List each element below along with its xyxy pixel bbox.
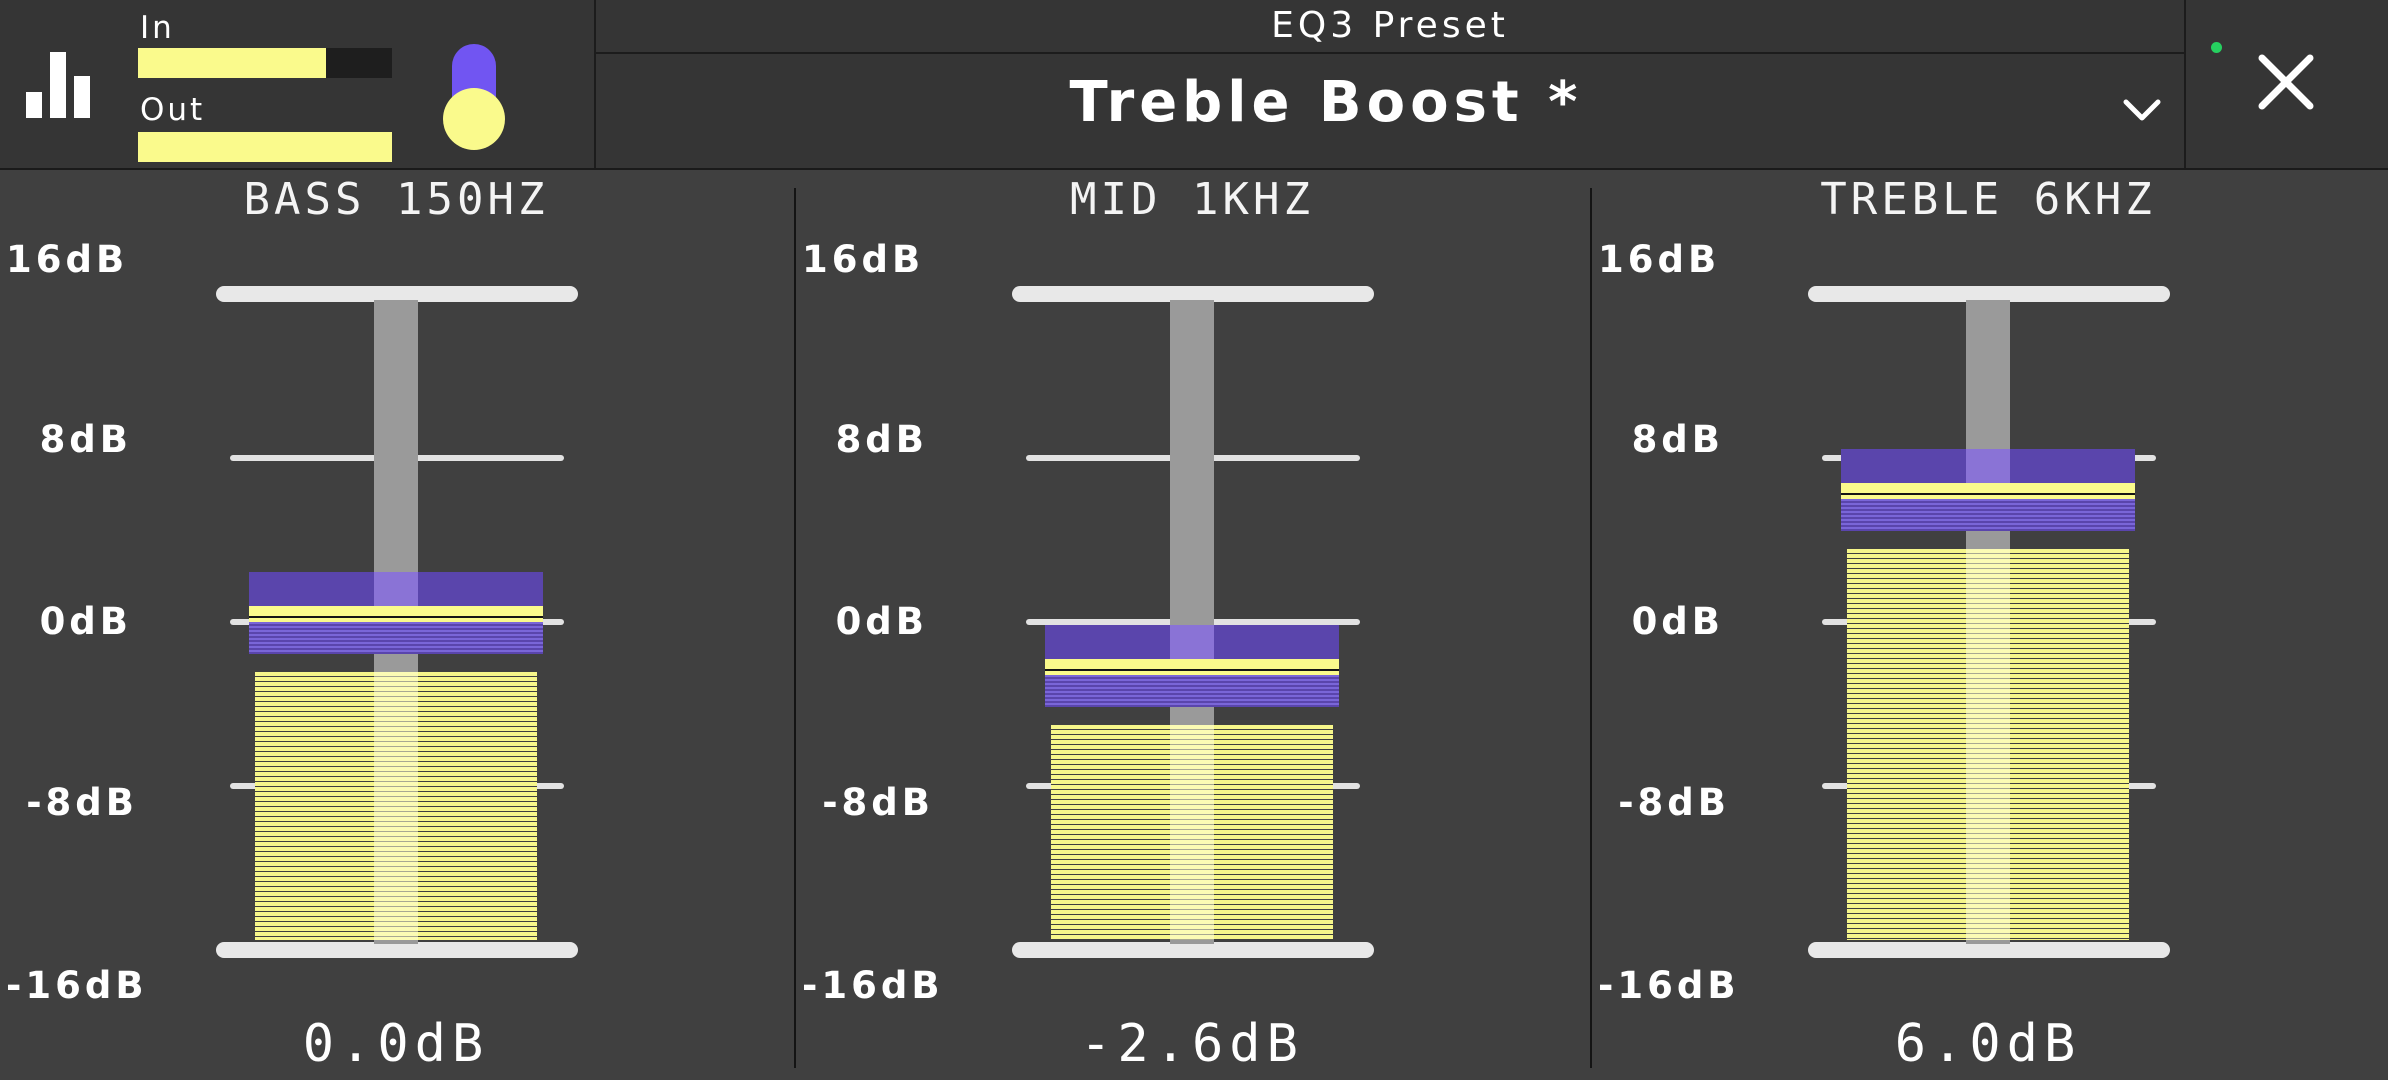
fader-thumb-base[interactable] [1045,675,1339,708]
fader-thumb-highlight [374,572,418,606]
band-title: TREBLE 6KHZ [1820,174,2156,225]
db-scale-label: -8dB [822,781,934,824]
band-title: MID 1KHZ [1070,174,1314,225]
divider [2184,0,2186,168]
top-bar: In Out EQ3 Preset Treble Boost * [0,0,2388,168]
fader-thumb-highlight [1966,449,2010,483]
db-scale-label: -16dB [1598,964,1740,1007]
eq-band-bass: BASS 150HZ 16dB 8dB 0dB -8dB -16dB 0.0dB [0,170,794,1080]
db-scale-label: 16dB [1598,238,1721,281]
input-meter-label: In [140,10,175,46]
band-title: BASS 150HZ [243,174,549,225]
fader-stem-highlight [374,672,418,940]
band-gain-value: 6.0dB [1894,1014,2082,1074]
eq-band-mid: MID 1KHZ 16dB 8dB 0dB -8dB -16dB -2.6dB [796,170,1590,1080]
db-scale-label: 8dB [835,418,928,461]
output-meter-label: Out [140,92,206,128]
min-rail [1012,942,1374,958]
min-rail [216,942,578,958]
fader-thumb-grip[interactable] [249,606,543,622]
db-scale-label: 8dB [39,418,132,461]
db-scale-label: 0dB [1631,600,1724,643]
fader-thumb-grip[interactable] [1045,659,1339,676]
db-scale-label: 0dB [835,600,928,643]
input-level-fill [138,48,326,78]
fader-stem-highlight [1966,549,2010,940]
output-level-fill [138,132,392,162]
input-level-meter [138,48,392,78]
output-level-meter [138,132,392,162]
fader-stem-highlight [1170,725,1214,940]
fader-thumb-highlight [1170,625,1214,660]
fader-thumb-base[interactable] [1841,499,2135,531]
db-scale-label: 16dB [6,238,129,281]
preset-name[interactable]: Treble Boost * [596,70,2056,135]
gain-toggle-knob[interactable] [443,88,505,150]
status-indicator [2211,42,2222,53]
chevron-down-icon[interactable] [2118,86,2166,134]
close-icon[interactable] [2254,50,2318,114]
db-scale-label: -16dB [802,964,944,1007]
db-scale-label: -8dB [26,781,138,824]
db-scale-label: -16dB [6,964,148,1007]
db-scale-label: 16dB [802,238,925,281]
db-scale-label: 8dB [1631,418,1724,461]
band-gain-value: -2.6dB [1080,1014,1304,1074]
fader-thumb-base[interactable] [249,622,543,654]
bar-chart-icon[interactable] [26,52,96,118]
eq-band-treble: TREBLE 6KHZ 16dB 8dB 0dB -8dB -16dB 6.0dB [1592,170,2386,1080]
db-scale-label: -8dB [1618,781,1730,824]
db-scale-label: 0dB [39,600,132,643]
fader-thumb-grip[interactable] [1841,483,2135,499]
band-gain-value: 0.0dB [302,1014,490,1074]
preset-header-label: EQ3 Preset [596,0,2184,54]
min-rail [1808,942,2170,958]
